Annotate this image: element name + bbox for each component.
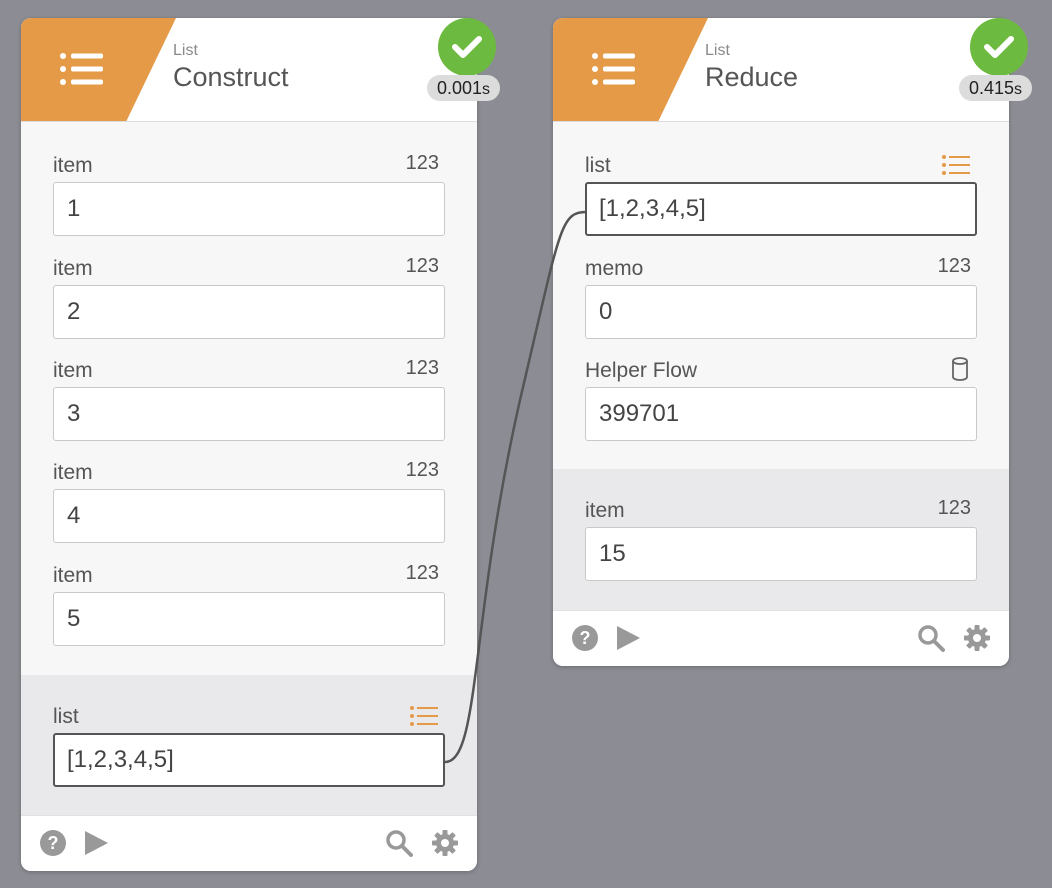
number-type-badge: 123	[937, 255, 971, 277]
gear-icon[interactable]	[963, 624, 991, 652]
field-label: item	[585, 499, 625, 522]
gear-icon[interactable]	[431, 829, 459, 857]
svg-text:?: ?	[48, 833, 59, 853]
item-input[interactable]: 4	[53, 489, 445, 543]
status-indicator	[970, 18, 1028, 76]
elapsed-unit: s	[482, 81, 491, 98]
node-footer: ?	[553, 610, 1009, 666]
node-category: List	[173, 42, 198, 59]
field-label: list	[585, 154, 611, 177]
field-label: item	[53, 257, 93, 280]
search-icon[interactable]	[917, 624, 945, 652]
node-title: Construct	[173, 62, 289, 92]
elapsed-unit: s	[1014, 81, 1023, 98]
list-input[interactable]: [1,2,3,4,5]	[585, 182, 977, 236]
number-type-badge: 123	[405, 152, 439, 174]
header-accent	[21, 18, 176, 121]
play-icon[interactable]	[82, 829, 110, 857]
item-input[interactable]: 3	[53, 387, 445, 441]
item-input[interactable]: 2	[53, 285, 445, 339]
checkmark-icon	[984, 36, 1014, 58]
number-type-badge: 123	[937, 497, 971, 519]
node-header[interactable]: List Reduce 0.415s	[553, 18, 1033, 122]
field-label: item	[53, 461, 93, 484]
number-type-badge: 123	[405, 255, 439, 277]
output-section: item 123 15	[553, 469, 1009, 610]
output-section: list [1,2,3,4,5]	[21, 675, 477, 816]
search-icon[interactable]	[385, 829, 413, 857]
field-label: item	[53, 359, 93, 382]
number-type-badge: 123	[405, 562, 439, 584]
node-list-construct[interactable]: List Construct 0.001s item 123 1 item 12…	[21, 18, 501, 871]
header-accent	[553, 18, 708, 121]
elapsed-value: 0.001	[437, 78, 483, 98]
field-label: memo	[585, 257, 644, 280]
item-input[interactable]: 5	[53, 592, 445, 646]
field-label: item	[53, 564, 93, 587]
field-label: Helper Flow	[585, 359, 698, 382]
svg-text:?: ?	[580, 628, 591, 648]
elapsed-time: 0.415s	[959, 75, 1033, 101]
node-footer: ?	[21, 815, 477, 871]
help-icon[interactable]: ?	[571, 624, 599, 652]
helper-flow-input[interactable]: 399701	[585, 387, 977, 441]
node-title: Reduce	[705, 62, 799, 92]
field-label: list	[53, 705, 79, 728]
list-type-icon	[410, 706, 438, 726]
list-icon	[592, 53, 635, 85]
list-icon	[60, 53, 103, 85]
list-output[interactable]: [1,2,3,4,5]	[53, 733, 445, 787]
elapsed-time: 0.001s	[427, 75, 501, 101]
number-type-badge: 123	[405, 357, 439, 379]
list-type-icon	[942, 155, 970, 175]
node-list-reduce[interactable]: List Reduce 0.415s list [1,2,3,4,5] memo…	[553, 18, 1033, 666]
item-output[interactable]: 15	[585, 527, 977, 581]
memo-input[interactable]: 0	[585, 285, 977, 339]
node-category: List	[705, 42, 730, 59]
node-header[interactable]: List Construct 0.001s	[21, 18, 501, 122]
status-indicator	[438, 18, 496, 76]
database-icon	[952, 357, 968, 381]
field-label: item	[53, 154, 93, 177]
play-icon[interactable]	[614, 624, 642, 652]
help-icon[interactable]: ?	[39, 829, 67, 857]
elapsed-value: 0.415	[969, 78, 1015, 98]
number-type-badge: 123	[405, 459, 439, 481]
checkmark-icon	[452, 36, 482, 58]
item-input[interactable]: 1	[53, 182, 445, 236]
